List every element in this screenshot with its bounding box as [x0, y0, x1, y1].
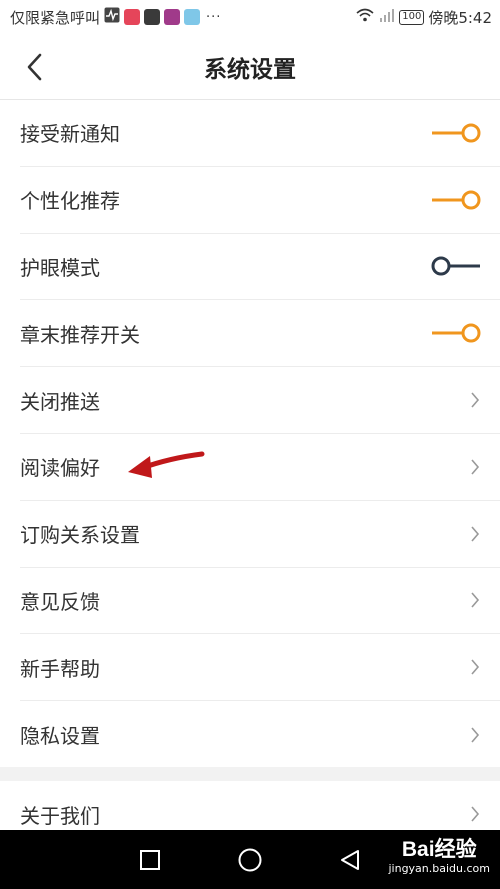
- toggle-on[interactable]: [430, 121, 482, 145]
- setting-label: 个性化推荐: [20, 189, 120, 214]
- status-bar: 仅限紧急呼叫 ··· 100 傍晚5:42: [0, 0, 500, 34]
- setting-row-feedback[interactable]: 意见反馈: [20, 568, 500, 635]
- app-icon-cloud: [184, 9, 201, 25]
- carrier-text: 仅限紧急呼叫: [10, 8, 101, 27]
- setting-row-notifications[interactable]: 接受新通知: [20, 100, 500, 167]
- settings-list: 接受新通知 个性化推荐 护眼模式 章末推荐开关 关闭推送 阅读偏好 订购关系设置…: [0, 100, 500, 768]
- app-icon-purple: [164, 9, 181, 25]
- chevron-right-icon: [468, 390, 482, 410]
- setting-label: 章末推荐开关: [20, 322, 140, 347]
- chevron-right-icon: [468, 804, 482, 824]
- setting-label: 意见反馈: [20, 589, 100, 614]
- battery-icon: 100: [399, 9, 425, 25]
- square-icon: [140, 849, 160, 870]
- annotation-arrow-icon: [128, 451, 205, 478]
- setting-label: 隐私设置: [20, 724, 100, 749]
- setting-row-eye-care[interactable]: 护眼模式: [20, 234, 500, 301]
- chevron-right-icon: [468, 590, 482, 610]
- header: 系统设置: [0, 34, 500, 100]
- chevron-left-icon: [27, 53, 42, 81]
- recents-button[interactable]: [130, 840, 170, 880]
- setting-label: 新手帮助: [20, 656, 100, 681]
- wifi-icon: [355, 7, 375, 27]
- setting-row-personalized[interactable]: 个性化推荐: [20, 167, 500, 234]
- back-button[interactable]: [18, 50, 52, 84]
- setting-row-reading-preference[interactable]: 阅读偏好: [20, 434, 500, 501]
- circle-icon: [238, 848, 262, 871]
- setting-row-push-off[interactable]: 关闭推送: [20, 367, 500, 434]
- watermark-brand: Bai经验: [401, 838, 477, 861]
- setting-label: 关闭推送: [20, 389, 100, 414]
- page-title: 系统设置: [204, 56, 296, 83]
- setting-row-privacy[interactable]: 隐私设置: [20, 701, 500, 768]
- watermark-url: jingyan.baidu.com: [388, 862, 490, 875]
- setting-label: 接受新通知: [20, 122, 120, 147]
- setting-row-chapter-end[interactable]: 章末推荐开关: [20, 300, 500, 368]
- setting-label: 关于我们: [20, 803, 100, 828]
- triangle-back-icon: [341, 849, 359, 870]
- chevron-right-icon: [468, 457, 482, 477]
- signal-icon: [379, 7, 395, 27]
- chevron-right-icon: [468, 725, 482, 745]
- setting-row-subscription[interactable]: 订购关系设置: [20, 501, 500, 568]
- toggle-on[interactable]: [430, 188, 482, 212]
- chevron-right-icon: [468, 524, 482, 544]
- toggle-off[interactable]: [430, 254, 482, 278]
- more-notifications-icon: ···: [206, 9, 222, 25]
- home-button[interactable]: [230, 840, 270, 880]
- back-nav-button[interactable]: [330, 840, 370, 880]
- setting-label: 阅读偏好: [20, 456, 100, 481]
- status-time: 傍晚5:42: [428, 8, 492, 27]
- chevron-right-icon: [468, 657, 482, 677]
- baidu-jingyan-watermark: Bai经验 jingyan.baidu.com: [388, 838, 490, 875]
- app-icon-red: [124, 9, 141, 25]
- activity-icon: [104, 7, 120, 27]
- app-icon-dark: [144, 9, 161, 25]
- setting-row-help[interactable]: 新手帮助: [20, 634, 500, 702]
- setting-label: 护眼模式: [20, 255, 100, 280]
- toggle-on[interactable]: [430, 321, 482, 345]
- setting-label: 订购关系设置: [20, 523, 140, 548]
- section-divider: [0, 767, 500, 781]
